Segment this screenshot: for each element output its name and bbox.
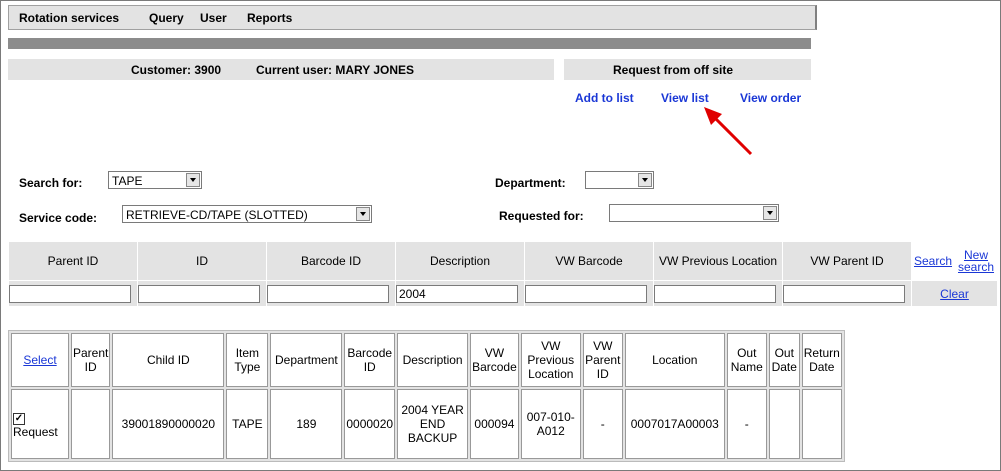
cell-vw-barcode: 000094 [470,389,519,459]
cell-barcode-id: 0000020 [344,389,396,459]
clear-link-cell: Clear [911,280,997,306]
cell-location: 0007017A00003 [624,389,725,459]
service-code-label: Service code: [19,211,98,225]
results-header-parent-id: Parent ID [71,333,111,387]
red-arrow-annotation [704,107,753,156]
add-to-list-link[interactable]: Add to list [575,91,634,105]
results-table: Select Parent ID Child ID Item Type Depa… [8,330,845,462]
search-input-cell [137,280,266,306]
search-criteria-table: Parent ID ID Barcode ID Description VW B… [8,241,997,306]
search-header-vw-parent-id: VW Parent ID [782,241,911,280]
results-header-description: Description [397,333,469,387]
requested-for-select[interactable] [609,204,779,222]
chevron-down-icon [356,207,370,221]
menu-bar: Rotation services Query User Reports [8,5,817,30]
results-header-vw-parent-id: VW Parent ID [582,333,623,387]
requested-for-label: Requested for: [499,209,584,223]
cell-vw-parent-id: - [582,389,623,459]
search-input-cell [524,280,653,306]
customer-bar-separator [554,59,564,80]
service-code-select[interactable]: RETRIEVE-CD/TAPE (SLOTTED) [122,205,372,223]
search-header-parent-id: Parent ID [8,241,137,280]
customer-label: Customer: 3900 [131,63,222,77]
cell-parent-id [71,389,111,459]
chevron-down-icon [186,173,200,187]
request-checkbox[interactable]: ✓ [13,412,25,425]
search-input-cell [266,280,395,306]
results-header-child-id: Child ID [112,333,225,387]
search-input-cell [782,280,911,306]
clear-link[interactable]: Clear [940,287,969,301]
cell-vw-previous-location: 007-010-A012 [520,389,581,459]
vw-previous-location-input[interactable] [654,284,776,303]
cell-description: 2004 YEAR END BACKUP [397,389,469,459]
cell-out-name: - [726,389,767,459]
request-source-label: Request from off site [613,63,734,77]
current-user-label: Current user: MARY JONES [256,63,415,77]
results-header-vw-barcode: VW Barcode [470,333,519,387]
results-header-barcode-id: Barcode ID [344,333,396,387]
results-header-vw-previous-location: VW Previous Location [520,333,581,387]
id-input[interactable] [138,284,260,303]
results-header-department: Department [270,333,343,387]
search-input-cell [8,280,137,306]
search-link[interactable]: Search [914,254,952,268]
search-input-cell: 2004 [395,280,524,306]
divider-bar [8,38,811,49]
results-header-select: Select [11,333,69,387]
search-header-barcode-id: Barcode ID [266,241,395,280]
search-header-vw-previous-location: VW Previous Location [653,241,782,280]
request-select-cell: ✓ Request [11,389,69,459]
search-for-value: TAPE [112,174,143,188]
results-header-out-name: Out Name [726,333,767,387]
select-link[interactable]: Select [23,353,56,367]
chevron-down-icon [763,206,777,220]
service-code-value: RETRIEVE-CD/TAPE (SLOTTED) [126,208,308,222]
customer-bar: Customer: 3900 Current user: MARY JONES … [8,59,811,80]
search-link-cell: Search [911,241,954,280]
cell-item-type: TAPE [226,389,269,459]
search-input-cell [653,280,782,306]
search-header-description: Description [395,241,524,280]
search-for-label: Search for: [19,176,83,190]
cell-return-date [801,389,842,459]
menu-reports[interactable]: Reports [247,11,292,25]
parent-id-input[interactable] [9,284,131,303]
new-search-link[interactable]: New search [958,248,994,274]
new-search-link-cell: New search [954,241,997,280]
barcode-id-input[interactable] [267,284,389,303]
results-header-out-date: Out Date [768,333,800,387]
vw-barcode-input[interactable] [525,284,647,303]
view-order-link[interactable]: View order [740,91,801,105]
results-header-item-type: Item Type [226,333,269,387]
menu-query[interactable]: Query [149,11,184,25]
cell-out-date [768,389,800,459]
results-header-return-date: Return Date [801,333,842,387]
results-header-location: Location [624,333,725,387]
request-label: Request [13,424,58,439]
department-select[interactable] [585,171,654,189]
view-list-link[interactable]: View list [661,91,709,105]
menu-user[interactable]: User [200,11,227,25]
cell-child-id: 39001890000020 [112,389,225,459]
cell-department: 189 [270,389,343,459]
department-label: Department: [495,176,566,190]
search-header-id: ID [137,241,266,280]
chevron-down-icon [638,173,652,187]
description-input[interactable]: 2004 [396,284,518,303]
search-for-select[interactable]: TAPE [108,171,202,189]
vw-parent-id-input[interactable] [783,284,905,303]
search-header-vw-barcode: VW Barcode [524,241,653,280]
menu-rotation-services[interactable]: Rotation services [19,11,119,25]
table-row: ✓ Request 39001890000020 TAPE 189 000002… [11,389,842,459]
